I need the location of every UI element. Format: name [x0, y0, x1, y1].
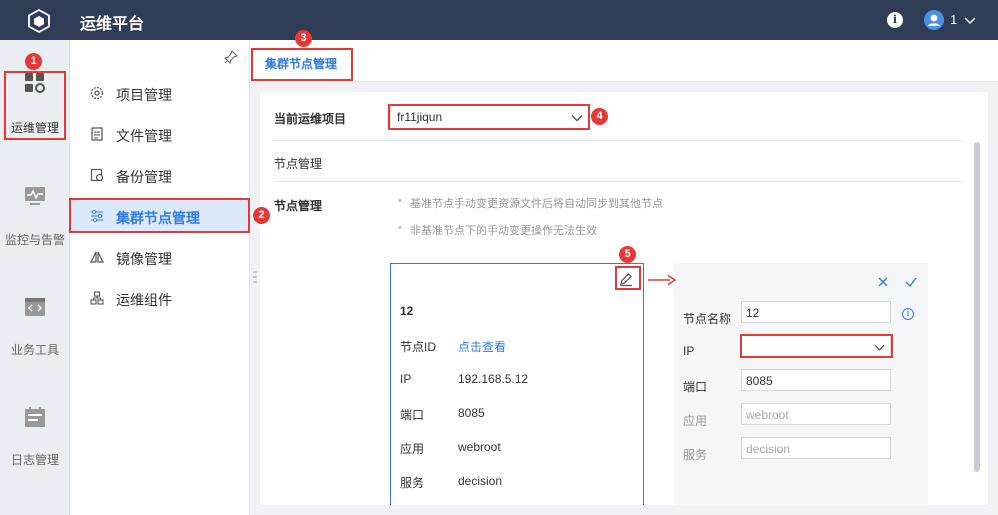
- port-input-value: 8085: [746, 374, 773, 388]
- divider: [274, 140, 964, 141]
- menu-item-backup[interactable]: 备份管理: [70, 158, 250, 192]
- info-icon[interactable]: i: [902, 308, 914, 320]
- ip-label: IP: [683, 344, 695, 358]
- port-input[interactable]: 8085: [741, 369, 891, 391]
- node-card: 12 节点ID 点击查看 IP 192.168.5.12 端口 8085 应用 …: [390, 263, 644, 505]
- current-project-label: 当前运维项目: [274, 112, 347, 126]
- ip-key: IP: [400, 372, 412, 386]
- service-label: 服务: [683, 448, 708, 462]
- rail-label-logs: 日志管理: [10, 453, 59, 467]
- node-id-key: 节点ID: [400, 340, 437, 354]
- app-input-value: webroot: [746, 408, 789, 422]
- section-title: 节点管理: [274, 157, 323, 171]
- node-name-input[interactable]: 12: [741, 301, 891, 323]
- scrollbar[interactable]: [974, 142, 980, 472]
- main-panel: 当前运维项目 fr11jiqun 节点管理 节点管理 基准节点手动变更资源文件后…: [260, 92, 988, 505]
- tab-bar: 集群节点管理: [250, 40, 998, 82]
- tip-text: 非基准节点下的手动变更操作无法生效: [398, 222, 597, 238]
- menu-item-components[interactable]: 运维组件: [70, 281, 250, 315]
- mirror-icon: [90, 251, 104, 263]
- gear-icon: [90, 86, 104, 100]
- calendar-icon: [25, 407, 45, 427]
- annotation-arrow: [648, 274, 676, 286]
- confirm-icon[interactable]: [904, 275, 918, 289]
- annotation-badge-3: 3: [295, 30, 312, 47]
- menu-item-files[interactable]: 文件管理: [70, 117, 250, 151]
- node-name-label: 节点名称: [683, 312, 732, 326]
- port-key: 端口: [400, 408, 425, 422]
- rail-label-monitor: 监控与告警: [4, 233, 65, 247]
- menu-item-mirror[interactable]: 镜像管理: [70, 240, 250, 274]
- port-label: 端口: [683, 380, 708, 394]
- node-management-label: 节点管理: [274, 199, 323, 213]
- tip-text: 基准节点手动变更资源文件后将自动同步到其他节点: [398, 195, 663, 211]
- rail-item-tools[interactable]: 业务工具: [0, 296, 70, 376]
- annotation-box-4: [388, 104, 590, 130]
- user-name[interactable]: 1: [950, 12, 957, 27]
- rail-label-tools: 业务工具: [10, 343, 59, 357]
- monitor-icon: [25, 187, 45, 205]
- annotation-badge-4: 4: [591, 108, 608, 125]
- divider: [274, 181, 964, 182]
- annotation-box-ip: [740, 334, 893, 358]
- app-title: 运维平台: [80, 16, 145, 33]
- app-value: webroot: [458, 440, 501, 454]
- annotation-badge-2: 2: [253, 207, 270, 224]
- ip-value: 192.168.5.12: [458, 372, 529, 386]
- menu-label: 备份管理: [116, 169, 172, 185]
- top-bar: 运维平台 i 1: [0, 0, 998, 40]
- annotation-box-2: [69, 198, 250, 233]
- app-logo-icon: [28, 8, 50, 34]
- backup-icon: [90, 168, 104, 182]
- node-edit-panel: 节点名称 12 i IP 端口 8085 应用 webroot 服务 decis…: [674, 263, 928, 505]
- annotation-badge-1: 1: [25, 53, 42, 70]
- pin-icon[interactable]: [224, 50, 238, 64]
- annotation-badge-5: 5: [619, 246, 636, 263]
- service-input: decision: [741, 437, 891, 459]
- service-key: 服务: [400, 476, 425, 490]
- code-icon: [25, 298, 45, 316]
- app-key: 应用: [400, 442, 425, 456]
- close-icon[interactable]: [876, 275, 890, 289]
- annotation-box-1: [4, 71, 66, 140]
- file-icon: [91, 127, 103, 141]
- annotation-box-3: [251, 48, 353, 81]
- view-node-id-link[interactable]: 点击查看: [458, 338, 506, 355]
- avatar[interactable]: [924, 10, 944, 30]
- menu-label: 运维组件: [116, 292, 172, 308]
- app-input: webroot: [741, 403, 891, 425]
- menu-item-project[interactable]: 项目管理: [70, 76, 250, 110]
- menu-label: 项目管理: [116, 87, 172, 103]
- port-value: 8085: [458, 406, 485, 420]
- components-icon: [90, 291, 104, 305]
- secondary-nav: 项目管理 文件管理 备份管理 集群节点管理 镜像管理 运维组件: [70, 40, 250, 515]
- menu-label: 文件管理: [116, 128, 172, 144]
- rail-item-logs[interactable]: 日志管理: [0, 406, 70, 486]
- rail-item-monitor[interactable]: 监控与告警: [0, 185, 70, 265]
- app-label: 应用: [683, 414, 708, 428]
- annotation-box-5: [615, 266, 641, 290]
- node-name: 12: [400, 304, 414, 318]
- service-value: decision: [458, 474, 503, 488]
- info-icon[interactable]: i: [887, 12, 903, 28]
- service-input-value: decision: [746, 442, 791, 456]
- chevron-down-icon[interactable]: [963, 13, 977, 27]
- resize-handle[interactable]: [253, 270, 257, 284]
- menu-label: 镜像管理: [116, 251, 172, 267]
- node-name-input-value: 12: [746, 306, 760, 320]
